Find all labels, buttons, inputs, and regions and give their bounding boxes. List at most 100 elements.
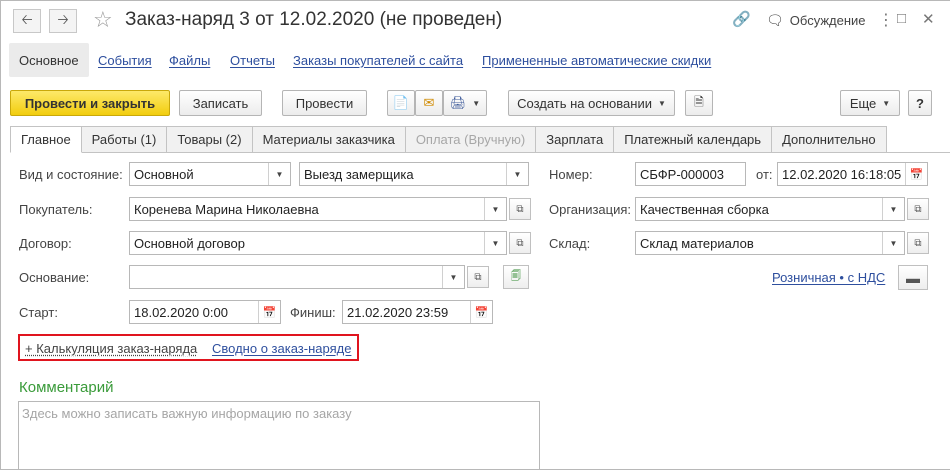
discussion-label: Обсуждение	[789, 13, 866, 28]
nav-main[interactable]: Основное	[9, 43, 89, 77]
envelope-icon: ✉	[423, 95, 435, 110]
date-value: 12.02.2020 16:18:05	[782, 166, 902, 182]
fill-from-basis-button[interactable]: 🗐	[503, 265, 529, 289]
nav-site-orders[interactable]: Заказы покупателей с сайта	[283, 43, 473, 77]
tab-salary[interactable]: Зарплата	[536, 126, 615, 153]
buyer-value: Коренева Марина Николаевна	[134, 201, 319, 217]
tab-goods[interactable]: Товары (2)	[167, 126, 253, 153]
open-warehouse-button[interactable]: ⧉	[907, 232, 929, 254]
document-gear-icon: 📄	[392, 95, 410, 110]
back-button[interactable]: 🡠	[13, 9, 41, 33]
discussion-button[interactable]: 🗨 Обсуждение	[766, 12, 866, 29]
contract-field[interactable]: Основной договор ▼	[129, 231, 507, 255]
email-button[interactable]: ✉	[415, 90, 443, 116]
chevron-down-icon[interactable]: ▼	[484, 198, 506, 220]
open-contract-button[interactable]: ⧉	[509, 232, 531, 254]
more-label: Еще	[849, 95, 877, 111]
help-button[interactable]: ?	[908, 90, 932, 116]
tab-payment[interactable]: Оплата (Вручную)	[405, 126, 537, 153]
chevron-down-icon[interactable]: ▼	[484, 232, 506, 254]
chevron-down-icon[interactable]: ▼	[506, 163, 528, 185]
forward-button[interactable]: 🡢	[49, 9, 77, 33]
comment-textarea[interactable]: Здесь можно записать важную информацию п…	[18, 401, 540, 469]
credit-card-icon: ▬	[906, 269, 920, 286]
buyer-label: Покупатель:	[19, 202, 93, 217]
save-button[interactable]: Записать	[179, 90, 262, 116]
arrow-right-icon: 🡢	[57, 11, 69, 27]
structure-button[interactable]: 🗎	[685, 90, 713, 116]
chat-icon: 🗨	[766, 12, 784, 28]
start-value: 18.02.2020 0:00	[134, 304, 228, 320]
kind-value: Основной	[134, 166, 194, 182]
tab-main[interactable]: Главное	[10, 126, 82, 153]
window-title: Заказ-наряд 3 от 12.02.2020 (не проведен…	[125, 9, 503, 30]
finish-field[interactable]: 21.02.2020 23:59 📅	[342, 300, 493, 324]
open-window-icon: ⧉	[516, 203, 524, 215]
date-from-label: от:	[756, 167, 773, 182]
document-list-icon: 🗎	[694, 94, 704, 109]
price-settings-button[interactable]: ▬	[898, 265, 928, 290]
comment-title: Комментарий	[19, 379, 114, 396]
buyer-field[interactable]: Коренева Марина Николаевна ▼	[129, 197, 507, 221]
nav-events[interactable]: События	[88, 43, 162, 77]
org-label: Организация:	[549, 202, 632, 217]
number-field[interactable]: СБФР-000003	[635, 162, 746, 186]
basis-label: Основание:	[19, 270, 90, 285]
chevron-down-icon: ▼	[472, 98, 481, 108]
open-window-icon: ⧉	[914, 237, 922, 249]
open-buyer-button[interactable]: ⧉	[509, 198, 531, 220]
calendar-icon[interactable]: 📅	[258, 301, 280, 323]
nav-reports[interactable]: Отчеты	[220, 43, 285, 77]
chevron-down-icon[interactable]: ▼	[442, 266, 464, 288]
open-org-button[interactable]: ⧉	[907, 198, 929, 220]
number-label: Номер:	[549, 167, 593, 182]
open-basis-button[interactable]: ⧉	[467, 266, 489, 288]
nav-discounts[interactable]: Примененные автоматические скидки	[472, 43, 721, 77]
print-button[interactable]: 🖨 ▼	[443, 90, 487, 116]
report-button[interactable]: 📄	[387, 90, 415, 116]
maximize-icon[interactable]: □	[897, 10, 906, 27]
link-icon[interactable]: 🔗	[732, 10, 751, 28]
fill-document-icon: 🗐	[511, 270, 521, 282]
basis-field[interactable]: ▼	[129, 265, 465, 289]
tab-works[interactable]: Работы (1)	[81, 126, 168, 153]
date-field[interactable]: 12.02.2020 16:18:05 📅	[777, 162, 928, 186]
printer-icon: 🖨	[449, 95, 467, 110]
state-select[interactable]: Выезд замерщика ▼	[299, 162, 529, 186]
state-value: Выезд замерщика	[304, 166, 414, 182]
open-window-icon: ⧉	[516, 237, 524, 249]
tab-additional[interactable]: Дополнительно	[772, 126, 887, 153]
finish-label: Финиш:	[290, 305, 336, 320]
kind-select[interactable]: Основной ▼	[129, 162, 291, 186]
contract-label: Договор:	[19, 236, 72, 251]
warehouse-value: Склад материалов	[640, 235, 754, 251]
summary-link[interactable]: Сводно о заказ-наряде	[212, 341, 351, 356]
price-type-link[interactable]: Розничная • с НДС	[772, 270, 885, 285]
more-button[interactable]: Еще ▼	[840, 90, 900, 116]
finish-value: 21.02.2020 23:59	[347, 304, 449, 320]
start-field[interactable]: 18.02.2020 0:00 📅	[129, 300, 281, 324]
more-vertical-icon[interactable]: ⋮	[878, 10, 894, 30]
chevron-down-icon[interactable]: ▼	[882, 198, 904, 220]
number-value: СБФР-000003	[640, 166, 725, 182]
org-field[interactable]: Качественная сборка ▼	[635, 197, 905, 221]
kind-label: Вид и состояние:	[19, 167, 123, 182]
tab-payment-calendar[interactable]: Платежный календарь	[614, 126, 773, 153]
calendar-icon[interactable]: 📅	[905, 163, 927, 185]
post-button[interactable]: Провести	[282, 90, 367, 116]
favorite-star-icon[interactable]: ☆	[93, 7, 113, 33]
contract-value: Основной договор	[134, 235, 245, 251]
calendar-icon[interactable]: 📅	[470, 301, 492, 323]
create-based-on-button[interactable]: Создать на основании ▼	[508, 90, 675, 116]
chevron-down-icon[interactable]: ▼	[882, 232, 904, 254]
nav-files[interactable]: Файлы	[159, 43, 220, 77]
chevron-down-icon[interactable]: ▼	[268, 163, 290, 185]
start-label: Старт:	[19, 305, 58, 320]
calculation-link[interactable]: + Калькуляция заказ-наряда	[25, 341, 197, 356]
warehouse-field[interactable]: Склад материалов ▼	[635, 231, 905, 255]
tab-customer-materials[interactable]: Материалы заказчика	[252, 126, 406, 153]
close-icon[interactable]: ✕	[922, 10, 935, 28]
arrow-left-icon: 🡠	[21, 11, 33, 27]
chevron-down-icon: ▼	[882, 98, 891, 108]
post-and-close-button[interactable]: Провести и закрыть	[10, 90, 170, 116]
